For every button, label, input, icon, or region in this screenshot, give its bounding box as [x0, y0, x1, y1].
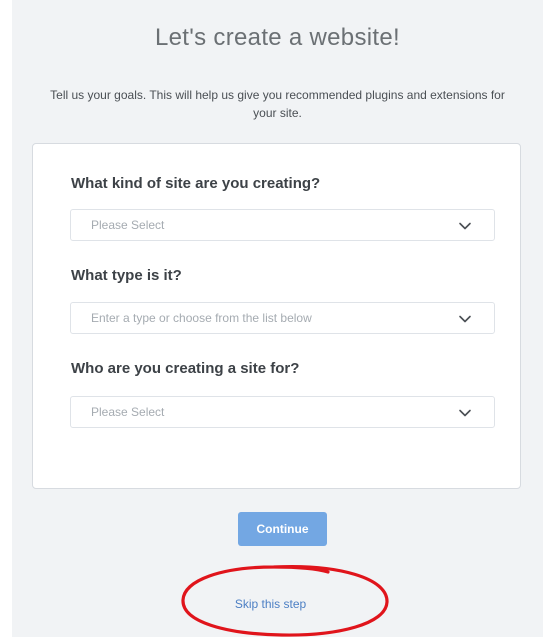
- chevron-down-icon: [459, 315, 471, 323]
- audience-select[interactable]: Please Select: [70, 396, 495, 428]
- continue-button[interactable]: Continue: [238, 512, 327, 546]
- page-title: Let's create a website!: [155, 24, 400, 51]
- audience-label: Who are you creating a site for?: [71, 360, 300, 377]
- page: Let's create a website! Tell us your goa…: [12, 0, 543, 637]
- site-kind-select[interactable]: Please Select: [70, 209, 495, 241]
- skip-step-link[interactable]: Skip this step: [0, 597, 541, 611]
- site-kind-label: What kind of site are you creating?: [71, 175, 321, 192]
- goals-form-card: What kind of site are you creating? Plea…: [32, 143, 521, 489]
- chevron-down-icon: [459, 409, 471, 417]
- site-type-label: What type is it?: [71, 267, 182, 284]
- audience-placeholder: Please Select: [91, 405, 165, 419]
- page-subtitle: Tell us your goals. This will help us gi…: [50, 88, 505, 120]
- site-type-select[interactable]: Enter a type or choose from the list bel…: [70, 302, 495, 334]
- site-type-placeholder: Enter a type or choose from the list bel…: [91, 311, 312, 325]
- site-kind-placeholder: Please Select: [91, 218, 165, 232]
- chevron-down-icon: [459, 222, 471, 230]
